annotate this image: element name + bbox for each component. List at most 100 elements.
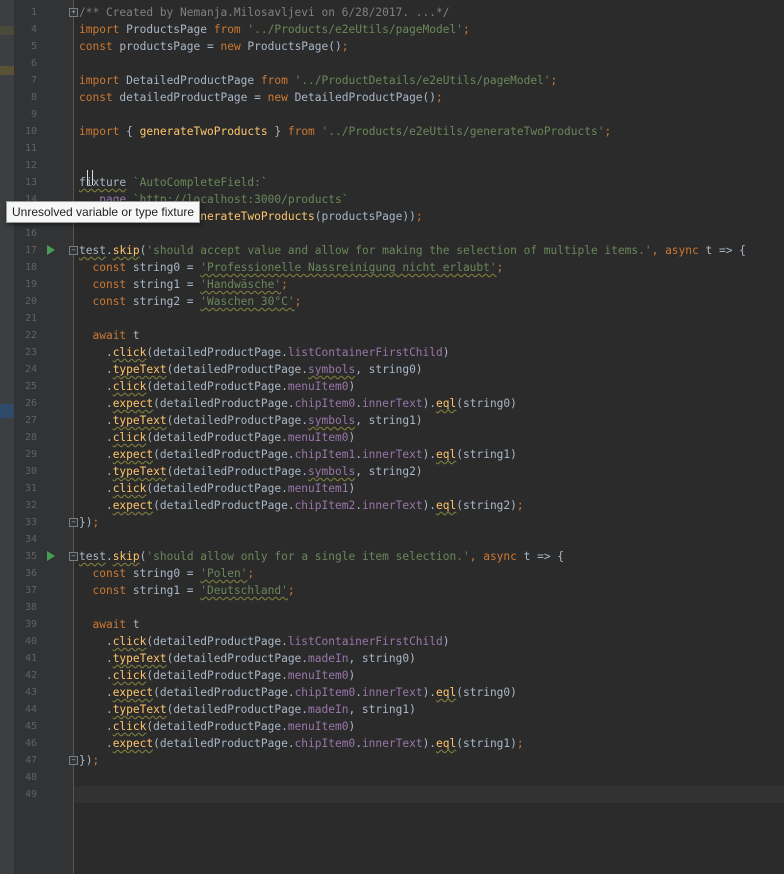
code-token: t => { bbox=[516, 550, 565, 563]
code-token: const bbox=[92, 278, 127, 291]
code-token: typeText bbox=[112, 414, 167, 427]
line-number: 32 bbox=[24, 500, 37, 511]
code-line[interactable]: .typeText(detailedProductPage.symbols, s… bbox=[79, 412, 423, 429]
code-token: (detailedProductPage. bbox=[146, 346, 288, 359]
code-token: typeText bbox=[112, 652, 167, 665]
code-line[interactable]: .click(detailedProductPage.menuItem0) bbox=[79, 429, 355, 446]
code-line[interactable]: fixture `AutoCompleteField:` bbox=[79, 174, 268, 191]
code-token: (detailedProductPage. bbox=[166, 652, 309, 665]
line-number: 26 bbox=[24, 398, 37, 409]
code-token: . bbox=[79, 737, 113, 750]
code-token: (detailedProductPage. bbox=[166, 703, 309, 716]
code-token: (string2) bbox=[456, 499, 517, 512]
code-token: string1 = bbox=[126, 584, 201, 597]
code-token: ). bbox=[422, 448, 437, 461]
project-tool-strip[interactable] bbox=[0, 0, 15, 874]
code-token: click bbox=[112, 431, 147, 444]
code-token: '../Products/e2eUtils/pageModel' bbox=[247, 23, 463, 36]
code-token: (detailedProductPage. bbox=[146, 482, 288, 495]
run-test-icon[interactable] bbox=[47, 551, 55, 561]
code-token: innerText bbox=[361, 686, 423, 699]
text-cursor-icon bbox=[87, 170, 93, 185]
code-area[interactable]: /** Created by Nemanja.Milosavljevi on 6… bbox=[74, 0, 784, 874]
code-token: expect bbox=[112, 686, 154, 699]
code-token: . bbox=[79, 431, 113, 444]
code-token: ; bbox=[516, 499, 524, 512]
code-line[interactable]: .expect(detailedProductPage.chipItem0.in… bbox=[79, 684, 517, 701]
code-line[interactable]: .typeText(detailedProductPage.symbols, s… bbox=[79, 463, 423, 480]
line-number: 5 bbox=[30, 41, 37, 52]
code-line[interactable]: .click(detailedProductPage.menuItem0) bbox=[79, 718, 355, 735]
code-line[interactable]: const string2 = 'Waschen 30°C'; bbox=[79, 293, 301, 310]
line-number: 43 bbox=[24, 687, 37, 698]
code-line[interactable]: const string0 = 'Polen'; bbox=[79, 565, 254, 582]
code-line[interactable]: .click(detailedProductPage.menuItem0) bbox=[79, 667, 355, 684]
code-token: click bbox=[112, 635, 147, 648]
line-number: 27 bbox=[24, 415, 37, 426]
code-token: . bbox=[79, 465, 113, 478]
code-token: productsPage = bbox=[112, 40, 221, 53]
code-token: . bbox=[79, 635, 113, 648]
code-token: . bbox=[79, 380, 113, 393]
line-number: 44 bbox=[24, 704, 37, 715]
code-token: , string0) bbox=[348, 652, 416, 665]
code-line[interactable]: test.skip('should accept value and allow… bbox=[79, 242, 746, 259]
code-line[interactable]: }); bbox=[79, 752, 99, 769]
code-token: skip bbox=[112, 550, 140, 563]
code-token: skip bbox=[112, 244, 140, 257]
code-line[interactable]: const detailedProductPage = new Detailed… bbox=[79, 89, 443, 106]
code-token: symbols bbox=[308, 465, 356, 478]
code-line[interactable]: import ProductsPage from '../Products/e2… bbox=[79, 21, 470, 38]
line-number: 25 bbox=[24, 381, 37, 392]
code-token: ; bbox=[247, 567, 255, 580]
code-token: detailedProductPage = bbox=[112, 91, 268, 104]
code-line[interactable]: .click(detailedProductPage.listContainer… bbox=[79, 344, 450, 361]
code-line[interactable]: .expect(detailedProductPage.chipItem2.in… bbox=[79, 497, 524, 514]
code-token: new bbox=[220, 40, 241, 53]
code-token: listContainerFirstChild bbox=[287, 635, 443, 648]
code-line[interactable]: const string1 = 'Deutschland'; bbox=[79, 582, 294, 599]
code-token: ProductsPage bbox=[119, 23, 214, 36]
code-token: ) bbox=[348, 669, 356, 682]
code-token: ; bbox=[92, 516, 100, 529]
code-line[interactable]: .click(detailedProductPage.listContainer… bbox=[79, 633, 450, 650]
code-line[interactable]: const string1 = 'Handwäsche'; bbox=[79, 276, 287, 293]
code-token: ; bbox=[604, 125, 612, 138]
code-line[interactable]: await t bbox=[79, 616, 139, 633]
code-line[interactable]: .typeText(detailedProductPage.madeIn, st… bbox=[79, 701, 416, 718]
code-editor[interactable]: 1+4567891011121314151617−181920212223242… bbox=[0, 0, 784, 874]
code-line[interactable]: await t bbox=[79, 327, 139, 344]
line-number: 23 bbox=[24, 347, 37, 358]
code-line[interactable]: import DetailedProductPage from '../Prod… bbox=[79, 72, 557, 89]
code-token: eql bbox=[436, 737, 457, 750]
code-line[interactable]: const productsPage = new ProductsPage(); bbox=[79, 38, 348, 55]
code-token: (detailedProductPage. bbox=[146, 720, 288, 733]
code-line[interactable]: /** Created by Nemanja.Milosavljevi on 6… bbox=[79, 4, 449, 21]
code-line[interactable]: .click(detailedProductPage.menuItem1) bbox=[79, 480, 355, 497]
line-number: 18 bbox=[24, 262, 37, 273]
code-token: 'should accept value and allow for makin… bbox=[146, 244, 652, 257]
code-line[interactable]: const string0 = 'Professionelle Nassrein… bbox=[79, 259, 503, 276]
code-token: (detailedProductPage. bbox=[166, 465, 309, 478]
code-line[interactable]: .expect(detailedProductPage.chipItem0.in… bbox=[79, 735, 524, 752]
run-test-icon[interactable] bbox=[47, 245, 55, 255]
code-line[interactable]: .expect(detailedProductPage.chipItem0.in… bbox=[79, 395, 517, 412]
code-line[interactable]: }); bbox=[79, 514, 99, 531]
line-number: 11 bbox=[24, 143, 37, 154]
code-line[interactable]: .typeText(detailedProductPage.symbols, s… bbox=[79, 361, 423, 378]
code-token: (detailedProductPage. bbox=[166, 414, 309, 427]
code-token: listContainerFirstChild bbox=[287, 346, 443, 359]
code-token: innerText bbox=[361, 397, 423, 410]
code-token: ; bbox=[415, 210, 423, 223]
code-token: click bbox=[112, 380, 147, 393]
code-line[interactable]: import { generateTwoProducts } from '../… bbox=[79, 123, 611, 140]
strip-marker bbox=[0, 66, 14, 75]
code-line[interactable]: .click(detailedProductPage.menuItem0) bbox=[79, 378, 355, 395]
code-line[interactable]: .typeText(detailedProductPage.madeIn, st… bbox=[79, 650, 416, 667]
code-line[interactable]: test.skip('should allow only for a singl… bbox=[79, 548, 564, 565]
code-line[interactable]: .expect(detailedProductPage.chipItem1.in… bbox=[79, 446, 517, 463]
